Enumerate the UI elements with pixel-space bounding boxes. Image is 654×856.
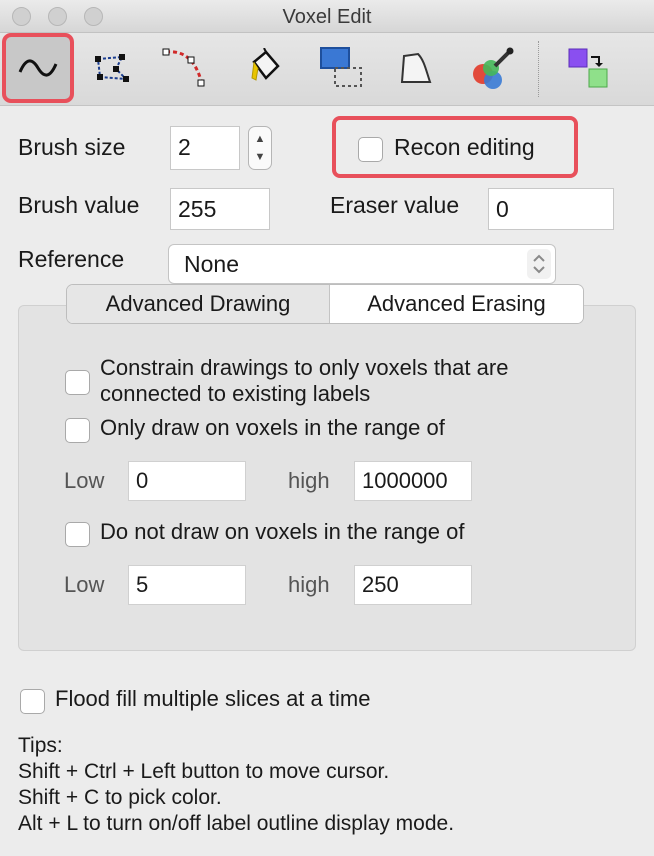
only-low-label: Low — [64, 468, 105, 493]
contour-icon — [320, 47, 362, 87]
stepper-up-icon: ▲ — [254, 133, 266, 145]
not-high-label: high — [288, 572, 330, 597]
only-high-label: high — [288, 468, 330, 493]
not-low-input[interactable]: 5 — [128, 565, 246, 605]
constrain-connected-checkbox[interactable] — [65, 370, 90, 395]
tab-advanced-drawing[interactable]: Advanced Drawing — [67, 285, 330, 323]
livewire-icon — [162, 48, 205, 87]
flood-fill-multiple-slices-checkbox[interactable] — [20, 689, 45, 714]
clone-tool-button[interactable] — [556, 37, 620, 99]
eraser-value-input[interactable]: 0 — [488, 188, 614, 230]
only-high-input[interactable]: 1000000 — [354, 461, 472, 501]
brush-size-label: Brush size — [18, 134, 126, 160]
window-title: Voxel Edit — [282, 6, 372, 28]
color-picker-icon — [400, 52, 432, 83]
freehand-tool-button[interactable] — [2, 33, 74, 103]
constrain-label-line1: Constrain drawings to only voxels that a… — [100, 355, 509, 380]
recon-editing-checkbox[interactable] — [358, 137, 383, 162]
contour-tool-button[interactable] — [310, 37, 374, 99]
brush-size-input[interactable]: 2 — [170, 126, 240, 170]
polyline-icon — [95, 54, 129, 82]
color-picker-dropper-button[interactable] — [460, 37, 524, 99]
color-picker-tool-button[interactable] — [384, 37, 448, 99]
only-low-input[interactable]: 0 — [128, 461, 246, 501]
reference-select[interactable]: None — [168, 244, 556, 284]
clone-icon — [568, 48, 608, 88]
reference-label: Reference — [18, 246, 125, 272]
toolbar-separator — [538, 41, 539, 97]
chevron-updown-icon — [527, 249, 551, 279]
tips-heading: Tips: — [18, 734, 63, 757]
do-not-draw-range-label: Do not draw on voxels in the range of — [100, 519, 465, 544]
freehand-curve-icon — [18, 59, 58, 77]
brush-size-stepper[interactable]: ▲ ▼ — [248, 126, 272, 170]
recon-editing-label: Recon editing — [394, 134, 535, 160]
tab-advanced-erasing[interactable]: Advanced Erasing — [330, 285, 583, 323]
brush-value-label: Brush value — [18, 192, 140, 218]
voxel-edit-window: Voxel Edit Brush size 2 ▲ ▼ Recon editin… — [0, 0, 654, 856]
flood-fill-multiple-slices-label: Flood fill multiple slices at a time — [55, 686, 371, 711]
livewire-tool-button[interactable] — [152, 37, 216, 99]
polyline-tool-button[interactable] — [80, 37, 144, 99]
tips-line-1: Shift + Ctrl + Left button to move curso… — [18, 760, 390, 783]
do-not-draw-range-checkbox[interactable] — [65, 522, 90, 547]
constrain-label-line2: connected to existing labels — [100, 381, 371, 406]
fill-tool-button[interactable] — [232, 37, 296, 99]
not-high-input[interactable]: 250 — [354, 565, 472, 605]
only-draw-range-checkbox[interactable] — [65, 418, 90, 443]
paint-bucket-icon — [251, 48, 280, 81]
eraser-value-label: Eraser value — [330, 192, 460, 218]
tool-bar — [0, 33, 654, 106]
only-draw-range-label: Only draw on voxels in the range of — [100, 415, 445, 440]
not-low-label: Low — [64, 572, 105, 597]
color-wheel-icon — [473, 47, 514, 89]
reference-selected-value: None — [184, 251, 239, 277]
tips-line-3: Alt + L to turn on/off label outline dis… — [18, 812, 455, 835]
brush-value-input[interactable]: 255 — [170, 188, 270, 230]
stepper-down-icon: ▼ — [254, 151, 266, 163]
advanced-tabs: Advanced Drawing Advanced Erasing — [66, 284, 584, 324]
title-bar: Voxel Edit — [0, 0, 654, 33]
tips-line-2: Shift + C to pick color. — [18, 786, 222, 809]
